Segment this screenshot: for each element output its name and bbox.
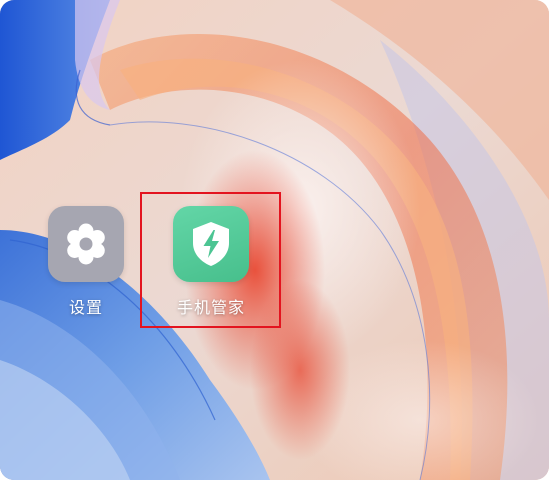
- phone-manager-app-icon[interactable]: [173, 206, 249, 282]
- app-label-settings: 设置: [68, 298, 103, 317]
- home-screen: 设置 手机管家: [0, 0, 549, 480]
- app-label-phone-manager: 手机管家: [176, 298, 245, 317]
- app-settings[interactable]: 设置: [36, 206, 136, 318]
- gear-icon: [67, 223, 105, 265]
- app-phone-manager[interactable]: 手机管家: [161, 206, 261, 318]
- settings-app-icon[interactable]: [48, 206, 124, 282]
- shield-bolt-icon: [193, 222, 229, 266]
